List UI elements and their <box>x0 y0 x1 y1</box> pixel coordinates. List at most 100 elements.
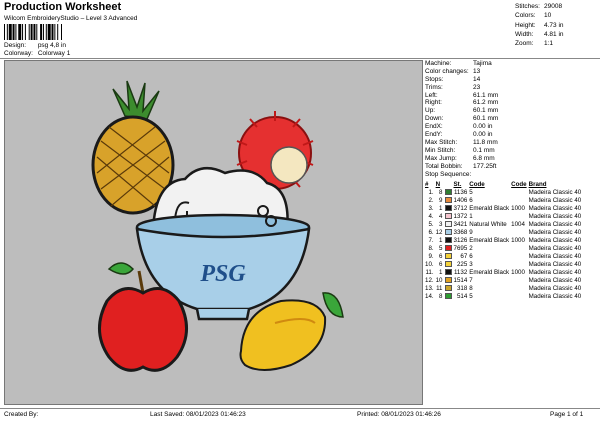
thread-brand: Madeira Classic 40 <box>528 276 582 284</box>
stop-index: 3. <box>428 204 434 212</box>
info-row: Machine: Tajima <box>425 60 492 67</box>
thread-code-2 <box>511 252 528 260</box>
color-swatch <box>444 252 454 260</box>
info-row: Stops: 14 <box>425 75 481 83</box>
thread-brand: Madeira Classic 40 <box>528 244 582 252</box>
color-swatch <box>444 196 454 204</box>
thread-brand: Madeira Classic 40 <box>528 292 582 300</box>
table-row: 6. 12 3368 9 Madeira Classic 40 <box>425 228 583 236</box>
created-by: Created By: <box>4 411 39 418</box>
table-row: 7. 1 3126 Emerald Black 1000 Madeira Classic … <box>425 236 583 244</box>
thread-code-2: 1000 <box>511 236 525 244</box>
stop-index: 9. <box>428 252 434 260</box>
needle-number: 12 <box>435 228 443 236</box>
swatch-icon <box>444 285 452 292</box>
info-row: Color changes: 13 <box>425 67 481 75</box>
stitch-count: 1514 <box>453 276 468 284</box>
info-row: Up: 60.1 mm <box>425 107 499 115</box>
stitch-count: 1132 <box>453 268 468 276</box>
needle-number: 8 <box>439 188 443 196</box>
table-row: 9. 6 67 6 Madeira Classic 40 <box>425 252 583 260</box>
info-row: EndY: 0.00 in <box>425 131 493 139</box>
machine-info: Machine: Tajima Color changes: 13 Stops: 14… <box>425 60 597 300</box>
swatch-icon <box>444 205 452 212</box>
stitch-count: 3126 <box>453 236 468 244</box>
thread-code: 6 <box>469 196 473 204</box>
thread-brand: Madeira Classic 40 <box>528 188 582 196</box>
col-brand: Brand <box>528 180 547 188</box>
needle-number: 9 <box>439 196 443 204</box>
needle-number: 1 <box>439 204 443 212</box>
stitch-count: 1136 <box>453 188 468 196</box>
stitch-count: 1372 <box>453 212 468 220</box>
page-number: Page 1 of 1 <box>550 411 584 418</box>
table-row: 14. 8 514 5 Madeira Classic 40 <box>425 292 583 300</box>
summary-stats: Stitches: 29008 Colors: 10 Height: 4.73 in … <box>515 2 564 48</box>
table-row: 10. 6 225 3 Madeira Classic 40 <box>425 260 583 268</box>
needle-number: 10 <box>435 276 443 284</box>
thread-brand: Madeira Classic 40 <box>528 252 582 260</box>
thread-code: Emerald Black <box>469 236 510 244</box>
color-swatch <box>444 276 454 284</box>
bowl-text: PSG <box>199 261 246 287</box>
stitch-count: 3712 <box>453 204 468 212</box>
footer-divider <box>0 408 600 409</box>
thread-code-2 <box>511 196 528 204</box>
thread-code: 7 <box>469 276 473 284</box>
table-row: 8. 5 7695 2 Madeira Classic 40 <box>425 244 583 252</box>
colorway-label: Colorway: <box>4 50 33 57</box>
stitch-count: 225 <box>456 260 468 268</box>
design-value: psg 4,8 in <box>37 42 66 49</box>
color-swatch <box>444 284 454 292</box>
color-swatch <box>444 268 454 276</box>
thread-code-2 <box>511 188 528 196</box>
swatch-icon <box>444 293 452 300</box>
col-swatch <box>445 180 454 188</box>
last-saved: Last Saved: 08/01/2023 01:46:23 <box>150 411 246 418</box>
swatch-icon <box>444 261 452 268</box>
stitch-count: 3421 <box>453 220 468 228</box>
swatch-icon <box>444 197 452 204</box>
stitch-count: 3368 <box>453 228 468 236</box>
stat-row: Zoom: 1:1 <box>515 40 554 48</box>
stitch-count: 514 <box>456 292 468 300</box>
color-swatch <box>444 244 454 252</box>
thread-code-2 <box>511 276 528 284</box>
thread-code-2: 1004 <box>511 220 525 228</box>
swatch-icon <box>444 221 452 228</box>
info-row: Trims: 23 <box>425 83 481 91</box>
needle-number: 1 <box>439 268 443 276</box>
stop-index: 8. <box>428 244 434 252</box>
thread-code: 9 <box>469 228 473 236</box>
needle-number: 6 <box>439 252 443 260</box>
stitch-count: 318 <box>456 284 468 292</box>
stitch-count: 67 <box>460 252 468 260</box>
thread-brand: Madeira Classic 40 <box>528 260 582 268</box>
thread-code: Emerald Black <box>469 204 510 212</box>
thread-brand: Madeira Classic 40 <box>528 228 582 236</box>
software-subtitle: Wilcom EmbroideryStudio – Level 3 Advanc… <box>4 15 138 22</box>
colorway-value: Colorway 1 <box>37 50 71 57</box>
color-swatch <box>444 188 454 196</box>
info-row: Total Bobbin: 177.25ft <box>425 162 497 170</box>
stop-index: 2. <box>428 196 434 204</box>
col-code-2: Code <box>511 180 527 188</box>
printed-date: Printed: 08/01/2023 01:46:26 <box>357 411 441 418</box>
info-row: Left: 61.1 mm <box>425 91 499 99</box>
thread-code: 5 <box>469 188 473 196</box>
thread-code: 1 <box>469 212 473 220</box>
col-stitches: St. <box>453 180 462 188</box>
thread-brand: Madeira Classic 40 <box>528 220 582 228</box>
thread-code: Emerald Black <box>469 268 510 276</box>
info-row: Max Stitch: 11.8 mm <box>425 138 498 146</box>
stitch-count: 1406 <box>453 196 468 204</box>
table-row: 12. 10 1514 7 Madeira Classic 40 <box>425 276 583 284</box>
colorway-row: Colorway: Colorway 1 <box>4 50 70 57</box>
table-row: 5. 3 3421 Natural White 1004 Madeira Classic … <box>425 220 583 228</box>
thread-brand: Madeira Classic 40 <box>528 268 582 276</box>
color-swatch <box>444 236 454 244</box>
table-row: 1. 8 1136 5 Madeira Classic 40 <box>425 188 583 196</box>
thread-brand: Madeira Classic 40 <box>528 196 582 204</box>
thread-code: 8 <box>469 284 473 292</box>
stop-index: 6. <box>428 228 434 236</box>
